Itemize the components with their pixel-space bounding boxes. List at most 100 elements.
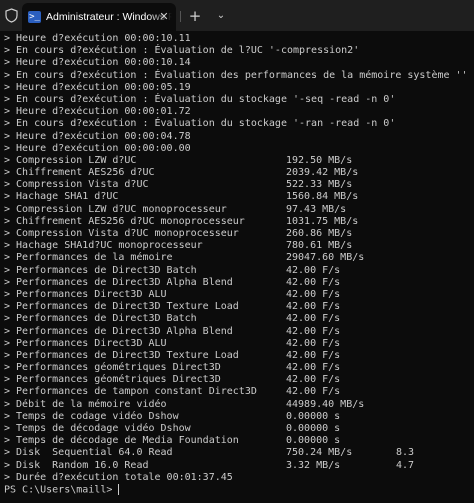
chevron-down-icon[interactable]: ⌄ — [213, 8, 229, 24]
line-value: 29047.60 MB/s — [286, 252, 365, 264]
terminal-line: > Performances de Direct3D Batch 42.00 F/… — [4, 265, 470, 277]
line-label: > Chiffrement AES256 d?UC monoprocesseur — [4, 215, 245, 227]
line-label: > En cours d?exécution : Évaluation des … — [4, 69, 468, 81]
terminal-line: > Débit de la mémoire vidéo 44989.40 MB/s — [4, 399, 470, 411]
line-value: 97.43 MB/s — [286, 203, 347, 215]
tab-powershell[interactable]: >_ Administrateur : Windows PowerShell ✕ — [22, 3, 176, 31]
tab-separator — [180, 11, 181, 22]
terminal-line: > Compression LZW d?UC monoprocesseur 97.… — [4, 204, 470, 216]
terminal-line: > Temps de décodage de Media Foundation 0… — [4, 435, 470, 447]
terminal-line: > Performances de Direct3D Texture Load 4… — [4, 301, 470, 313]
terminal-line: > Performances Direct3D ALU 42.00 F/s — [4, 289, 470, 301]
terminal-line: > Performances géométriques Direct3D 42.0… — [4, 362, 470, 374]
terminal-line: > Chiffrement AES256 d?UC monoprocesseur… — [4, 216, 470, 228]
line-label: > Performances de Direct3D Alpha Blend — [4, 276, 233, 288]
line-value: 42.00 F/s — [286, 325, 341, 337]
line-label: > Compression Vista d?UC monoprocesseur — [4, 228, 239, 239]
line-label: > Performances géométriques Direct3D — [4, 362, 221, 374]
line-score: 8.3 — [396, 447, 415, 459]
line-label: > Heure d?exécution 00:00:05.19 — [4, 81, 191, 93]
terminal-line: > Heure d?exécution 00:00:05.19 — [4, 82, 470, 94]
terminal-line: > Temps de décodage vidéo Dshow 0.00000 s — [4, 423, 470, 435]
line-label: > Performances de Direct3D Texture Load — [4, 349, 239, 361]
line-label: > Performances de Direct3D Batch — [4, 313, 197, 325]
line-label: > Chiffrement AES256 d?UC — [4, 167, 155, 179]
line-label: > Performances de Direct3D Texture Load — [4, 301, 239, 313]
line-value: 522.33 MB/s — [286, 179, 353, 191]
line-value: 44989.40 MB/s — [286, 398, 365, 410]
terminal-line: > Chiffrement AES256 d?UC 2039.42 MB/s — [4, 167, 470, 179]
line-label: > Hachage SHA1 d?UC — [4, 191, 119, 203]
line-value: 42.00 F/s — [286, 301, 341, 313]
line-label: > Performances de Direct3D Batch — [4, 264, 197, 276]
line-value: 260.86 MB/s — [286, 228, 353, 239]
terminal-line: > Heure d?exécution 00:00:04.78 — [4, 131, 470, 143]
line-value: 42.00 F/s — [286, 276, 341, 288]
line-value: 1560.84 MB/s — [286, 191, 359, 203]
terminal-line: > Heure d?exécution 00:00:10.14 — [4, 57, 470, 69]
line-label: > Performances géométriques Direct3D — [4, 374, 221, 386]
line-value: 0.00000 s — [286, 435, 341, 447]
line-label: > Heure d?exécution 00:00:04.78 — [4, 130, 191, 142]
line-label: > Temps de décodage de Media Foundation — [4, 435, 239, 447]
line-label: > Disk Sequential 64.0 Read — [4, 447, 173, 459]
line-value: 0.00000 s — [286, 423, 341, 434]
line-label: > Disk Random 16.0 Read — [4, 459, 149, 471]
tab-title: Administrateur : Windows PowerShell — [46, 10, 172, 24]
line-value: 1031.75 MB/s — [286, 215, 359, 227]
line-value: 42.00 F/s — [286, 288, 341, 300]
terminal-line: > Heure d?exécution 00:00:10.11 — [4, 33, 470, 45]
terminal-line: > Heure d?exécution 00:00:01.72 — [4, 106, 470, 118]
terminal-line: > Compression LZW d?UC 192.50 MB/s — [4, 155, 470, 167]
terminal-line: > Compression Vista d?UC 522.33 MB/s — [4, 179, 470, 191]
line-value: 780.61 MB/s — [286, 240, 353, 252]
line-label: > En cours d?exécution : Évaluation de l… — [4, 45, 360, 57]
line-label: > Temps de codage vidéo Dshow — [4, 410, 179, 422]
terminal-line: > Performances de Direct3D Alpha Blend 42… — [4, 326, 470, 338]
line-label: > Heure d?exécution 00:00:10.11 — [4, 33, 191, 44]
line-value: 42.00 F/s — [286, 349, 341, 361]
terminal-line: > En cours d?exécution : Évaluation du s… — [4, 94, 470, 106]
line-label: > Performances Direct3D ALU — [4, 288, 167, 300]
line-label: > Heure d?exécution 00:00:01.72 — [4, 106, 191, 118]
terminal-line: > Performances géométriques Direct3D 42.0… — [4, 374, 470, 386]
terminal-line: > En cours d?exécution : Évaluation des … — [4, 70, 470, 82]
terminal-line: > Performances de tampon constant Direct… — [4, 386, 470, 398]
line-label: > Compression LZW d?UC — [4, 154, 137, 166]
line-label: > Performances de Direct3D Alpha Blend — [4, 325, 233, 337]
terminal-line: > Disk Random 16.0 Read 3.32 MB/s 4.7 — [4, 460, 470, 472]
line-value: 42.00 F/s — [286, 374, 341, 386]
line-label: > En cours d?exécution : Évaluation du s… — [4, 93, 396, 105]
terminal-line: > Disk Sequential 64.0 Read 750.24 MB/s 8.… — [4, 447, 470, 459]
line-label: > Temps de décodage vidéo Dshow — [4, 423, 191, 434]
terminal-line: > En cours d?exécution : Évaluation du s… — [4, 118, 470, 130]
terminal-output[interactable]: > Heure d?exécution 00:00:10.11 > En cour… — [4, 33, 470, 501]
line-value: 750.24 MB/s — [286, 447, 353, 459]
line-value: 2039.42 MB/s — [286, 167, 359, 179]
line-label: > Durée d?exécution totale 00:01:37.45 — [4, 471, 233, 483]
line-label: > Compression LZW d?UC monoprocesseur — [4, 203, 227, 215]
line-score: 4.7 — [396, 459, 415, 471]
terminal-line: > Hachage SHA1d?UC monoprocesseur 780.61 … — [4, 240, 470, 252]
close-icon[interactable]: ✕ — [157, 10, 171, 24]
powershell-icon: >_ — [28, 11, 41, 23]
text-cursor — [118, 483, 120, 495]
new-tab-button[interactable]: + — [186, 7, 204, 25]
line-value: 42.00 F/s — [286, 337, 341, 349]
line-value: 0.00000 s — [286, 410, 341, 422]
terminal-line: > Durée d?exécution totale 00:01:37.45 — [4, 472, 470, 484]
line-label: > Heure d?exécution 00:00:00.00 — [4, 142, 191, 154]
terminal-line: > Temps de codage vidéo Dshow 0.00000 s — [4, 411, 470, 423]
terminal-line: > Heure d?exécution 00:00:00.00 — [4, 143, 470, 155]
line-label: > Performances de tampon constant Direct… — [4, 386, 257, 398]
terminal-line: > Performances de Direct3D Texture Load 4… — [4, 350, 470, 362]
title-bar: >_ Administrateur : Windows PowerShell ✕… — [0, 0, 474, 31]
line-label: > Compression Vista d?UC — [4, 179, 149, 191]
line-value: 3.32 MB/s — [286, 459, 341, 471]
terminal-line: > Hachage SHA1 d?UC 1560.84 MB/s — [4, 191, 470, 203]
terminal-line: > En cours d?exécution : Évaluation de l… — [4, 45, 470, 57]
line-value: 42.00 F/s — [286, 313, 341, 325]
command-prompt[interactable]: PS C:\Users\maill> — [4, 483, 470, 496]
terminal-line: > Performances de Direct3D Batch 42.00 F/… — [4, 313, 470, 325]
line-value: 192.50 MB/s — [286, 154, 353, 166]
